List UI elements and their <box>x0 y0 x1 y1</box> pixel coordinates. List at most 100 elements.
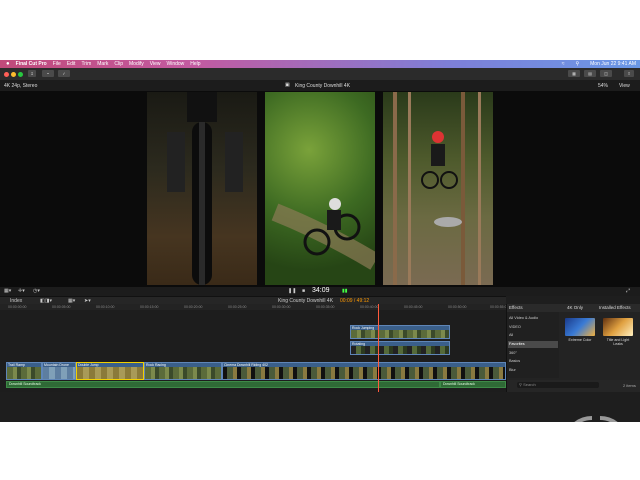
background-tasks-icon[interactable]: ✓ <box>58 70 70 77</box>
ruler-tick: 00:00:40:00 <box>360 305 379 309</box>
menu-modify[interactable]: Modify <box>129 61 144 67</box>
zoom-button[interactable] <box>18 72 23 77</box>
keyword-icon[interactable]: ⎯ <box>42 70 54 77</box>
viewer-clip-middle <box>265 92 375 285</box>
clip-filmstrip <box>351 330 449 338</box>
app-menu[interactable]: Final Cut Pro <box>16 61 47 67</box>
ruler-tick: 00:00:25:00 <box>228 305 247 309</box>
format-label: 4K 24p, Stereo <box>4 83 38 89</box>
stop-icon[interactable]: ■ <box>302 288 305 294</box>
view-menu[interactable]: View <box>619 83 630 89</box>
menu-help[interactable]: Help <box>190 61 200 67</box>
search-icon[interactable]: ⚲ <box>575 61 579 67</box>
primary-clip-trail-ramp[interactable]: Trail Ramp <box>6 362 42 380</box>
timecode-display[interactable]: 34:09 <box>312 287 330 294</box>
primary-clip-mountain-drone[interactable]: Mountain Drone <box>42 362 76 380</box>
bike-wheel-graphic <box>167 92 243 285</box>
audio-meter-icon: ▮▮ <box>342 288 348 294</box>
share-icon[interactable]: ⇧ <box>624 70 634 77</box>
effects-browser: Effects 4K Only Installed Effects All Vi… <box>506 304 640 392</box>
timeline-ruler[interactable]: 00:00:00:00 00:00:05:00 00:00:10:00 00:0… <box>0 304 509 310</box>
status-area: ≈ ⚲ Mon Jun 22 9:41 AM <box>556 61 636 67</box>
ruler-tick: 00:00:05:00 <box>52 305 71 309</box>
search-placeholder: Search <box>523 382 536 387</box>
category-360[interactable]: 360° <box>509 351 517 355</box>
film-icon: ▣ <box>285 82 290 88</box>
category-blur[interactable]: Blur <box>509 368 516 372</box>
menu-window[interactable]: Window <box>166 61 184 67</box>
clip-filmstrip <box>77 367 143 379</box>
menu-edit[interactable]: Edit <box>67 61 76 67</box>
ruler-tick: 00:00:30:00 <box>272 305 291 309</box>
viewer[interactable] <box>0 91 640 287</box>
category-favorites[interactable]: Favorites <box>509 342 525 346</box>
primary-clip-cinema-downhill[interactable]: Cinema Downhill Riding 402 <box>222 362 506 380</box>
minimize-button[interactable] <box>11 72 16 77</box>
browser-toggle-icon[interactable]: ▦ <box>568 70 580 77</box>
fullscreen-icon[interactable]: ⤢ <box>626 288 630 294</box>
timeline[interactable]: 00:00:00:00 00:00:05:00 00:00:10:00 00:0… <box>0 304 509 392</box>
apple-icon[interactable]: ● <box>6 61 10 67</box>
watermark-logo <box>574 416 618 422</box>
rider-graphic <box>271 198 375 270</box>
close-button[interactable] <box>4 72 9 77</box>
connected-clip-rock-jumping[interactable]: Rock Jumping <box>350 325 450 339</box>
category-all[interactable]: All <box>509 333 513 337</box>
effects-count: 2 items <box>623 383 636 388</box>
transform-icon[interactable]: ✛▾ <box>18 288 25 294</box>
play-button[interactable]: ❚❚ <box>288 288 296 294</box>
effect-label-extreme-color: Extreme Color <box>568 338 592 342</box>
ruler-tick: 00:00:50:00 <box>448 305 467 309</box>
primary-clip-double-jump[interactable]: Double Jump <box>76 362 144 380</box>
audio-clip-soundtrack[interactable]: Downhill Soundtrack <box>6 381 440 388</box>
category-all-video-audio[interactable]: All Video & Audio <box>509 316 538 320</box>
installed-effects-menu[interactable]: Installed Effects <box>599 305 631 310</box>
effects-category-list: All Video & Audio VIDEO All Favorites 36… <box>507 312 559 378</box>
menu-clip[interactable]: Clip <box>114 61 123 67</box>
clip-filmstrip <box>7 367 41 379</box>
ruler-tick: 00:00:35:00 <box>316 305 335 309</box>
search-icon: ⚲ <box>519 382 522 387</box>
ruler-tick: 00:00:45:00 <box>404 305 423 309</box>
effects-title: Effects <box>509 305 523 310</box>
viewer-clip-right <box>383 92 493 285</box>
zoom-level[interactable]: 54% <box>598 83 608 89</box>
menu-file[interactable]: File <box>53 61 61 67</box>
project-title: King County Downhill 4K <box>295 83 351 89</box>
playhead[interactable] <box>378 304 379 392</box>
effect-thumbnail-light-leaks[interactable] <box>603 318 633 336</box>
timeline-toggle-icon[interactable]: ▤ <box>584 70 596 77</box>
inspector-toggle-icon[interactable]: ◫ <box>600 70 612 77</box>
connected-clip-rotating[interactable]: Rotating <box>350 341 450 355</box>
4k-only-filter[interactable]: 4K Only <box>567 305 583 310</box>
menu-trim[interactable]: Trim <box>81 61 91 67</box>
category-video[interactable]: VIDEO <box>509 325 521 329</box>
menu-mark[interactable]: Mark <box>97 61 108 67</box>
wifi-icon[interactable]: ≈ <box>562 61 565 67</box>
effect-label-light-leaks: Title and Light Leaks <box>606 338 630 346</box>
primary-clip-rock-racing[interactable]: Rock Racing <box>144 362 222 380</box>
effect-thumbnail-extreme-color[interactable] <box>565 318 595 336</box>
clip-filmstrip <box>43 367 75 379</box>
ruler-tick: 00:00:20:00 <box>184 305 203 309</box>
view-options-icon[interactable]: ▦▾ <box>4 288 11 294</box>
category-basics[interactable]: Basics <box>509 359 520 363</box>
effects-search-input[interactable]: ⚲ Search <box>517 382 599 388</box>
forest-rider-graphic <box>393 92 481 285</box>
viewer-controls: ▦▾ ✛▾ ◷▾ ❚❚ ■ 34:09 ▮▮ ⤢ <box>0 287 640 296</box>
clip-filmstrip <box>223 367 505 379</box>
ruler-tick: 00:00:10:00 <box>96 305 115 309</box>
viewer-header: 4K 24p, Stereo ▣ King County Downhill 4K… <box>0 80 640 91</box>
audio-clip-soundtrack-2[interactable]: Downhill Soundtrack <box>440 381 506 388</box>
effects-footer: ⚲ Search 2 items <box>507 380 640 392</box>
effects-header: Effects 4K Only Installed Effects <box>507 304 640 312</box>
clock[interactable]: Mon Jun 22 9:41 AM <box>590 61 636 67</box>
viewer-clip-left <box>147 92 257 285</box>
ruler-tick: 00:00:15:00 <box>140 305 159 309</box>
import-icon[interactable]: ↧ <box>28 70 36 77</box>
retime-icon[interactable]: ◷▾ <box>33 288 40 294</box>
ruler-tick: 00:00:00:00 <box>8 305 27 309</box>
menu-bar: ● Final Cut Pro File Edit Trim Mark Clip… <box>0 60 640 68</box>
desktop-screen: ● Final Cut Pro File Edit Trim Mark Clip… <box>0 60 640 422</box>
menu-view[interactable]: View <box>150 61 161 67</box>
